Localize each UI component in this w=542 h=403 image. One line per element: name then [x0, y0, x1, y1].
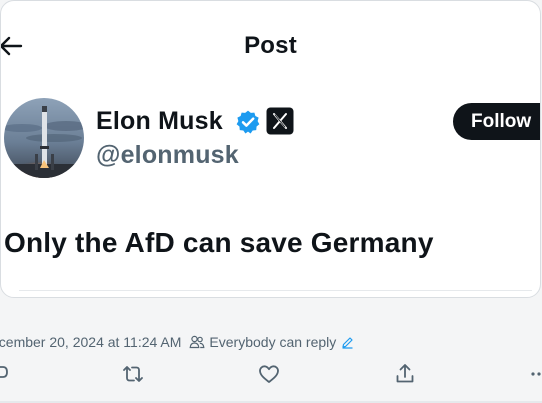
action-bar	[0, 354, 542, 394]
pencil-icon[interactable]	[341, 336, 354, 349]
author-handle[interactable]: @elonmusk	[96, 139, 239, 171]
share-button[interactable]	[393, 362, 417, 386]
more-button[interactable]	[530, 362, 542, 386]
post-timestamp[interactable]: ecember 20, 2024 at 11:24 AM	[0, 334, 181, 350]
like-button[interactable]	[257, 362, 281, 386]
page-title: Post	[244, 32, 297, 59]
avatar[interactable]	[4, 98, 84, 178]
repost-icon	[123, 366, 143, 382]
reply-button[interactable]	[0, 362, 11, 386]
more-icon	[531, 372, 541, 376]
post-card: Post Elon Musk @elonmusk Follow Only the…	[0, 0, 541, 298]
repost-button[interactable]	[121, 362, 145, 386]
reply-icon	[0, 366, 8, 378]
people-icon	[189, 335, 205, 349]
verified-badge-icon	[236, 110, 260, 134]
author-display-name[interactable]: Elon Musk	[96, 105, 223, 137]
post-meta: ecember 20, 2024 at 11:24 AM Everybody c…	[0, 332, 354, 352]
x-logo-icon	[266, 107, 294, 135]
heart-icon	[259, 365, 279, 383]
rocket-launch-photo	[4, 98, 84, 178]
follow-button[interactable]: Follow	[453, 103, 540, 140]
divider	[19, 290, 532, 291]
share-icon	[396, 364, 414, 383]
reply-permission: Everybody can reply	[209, 334, 337, 350]
tweet-text: Only the AfD can save Germany	[4, 227, 434, 258]
